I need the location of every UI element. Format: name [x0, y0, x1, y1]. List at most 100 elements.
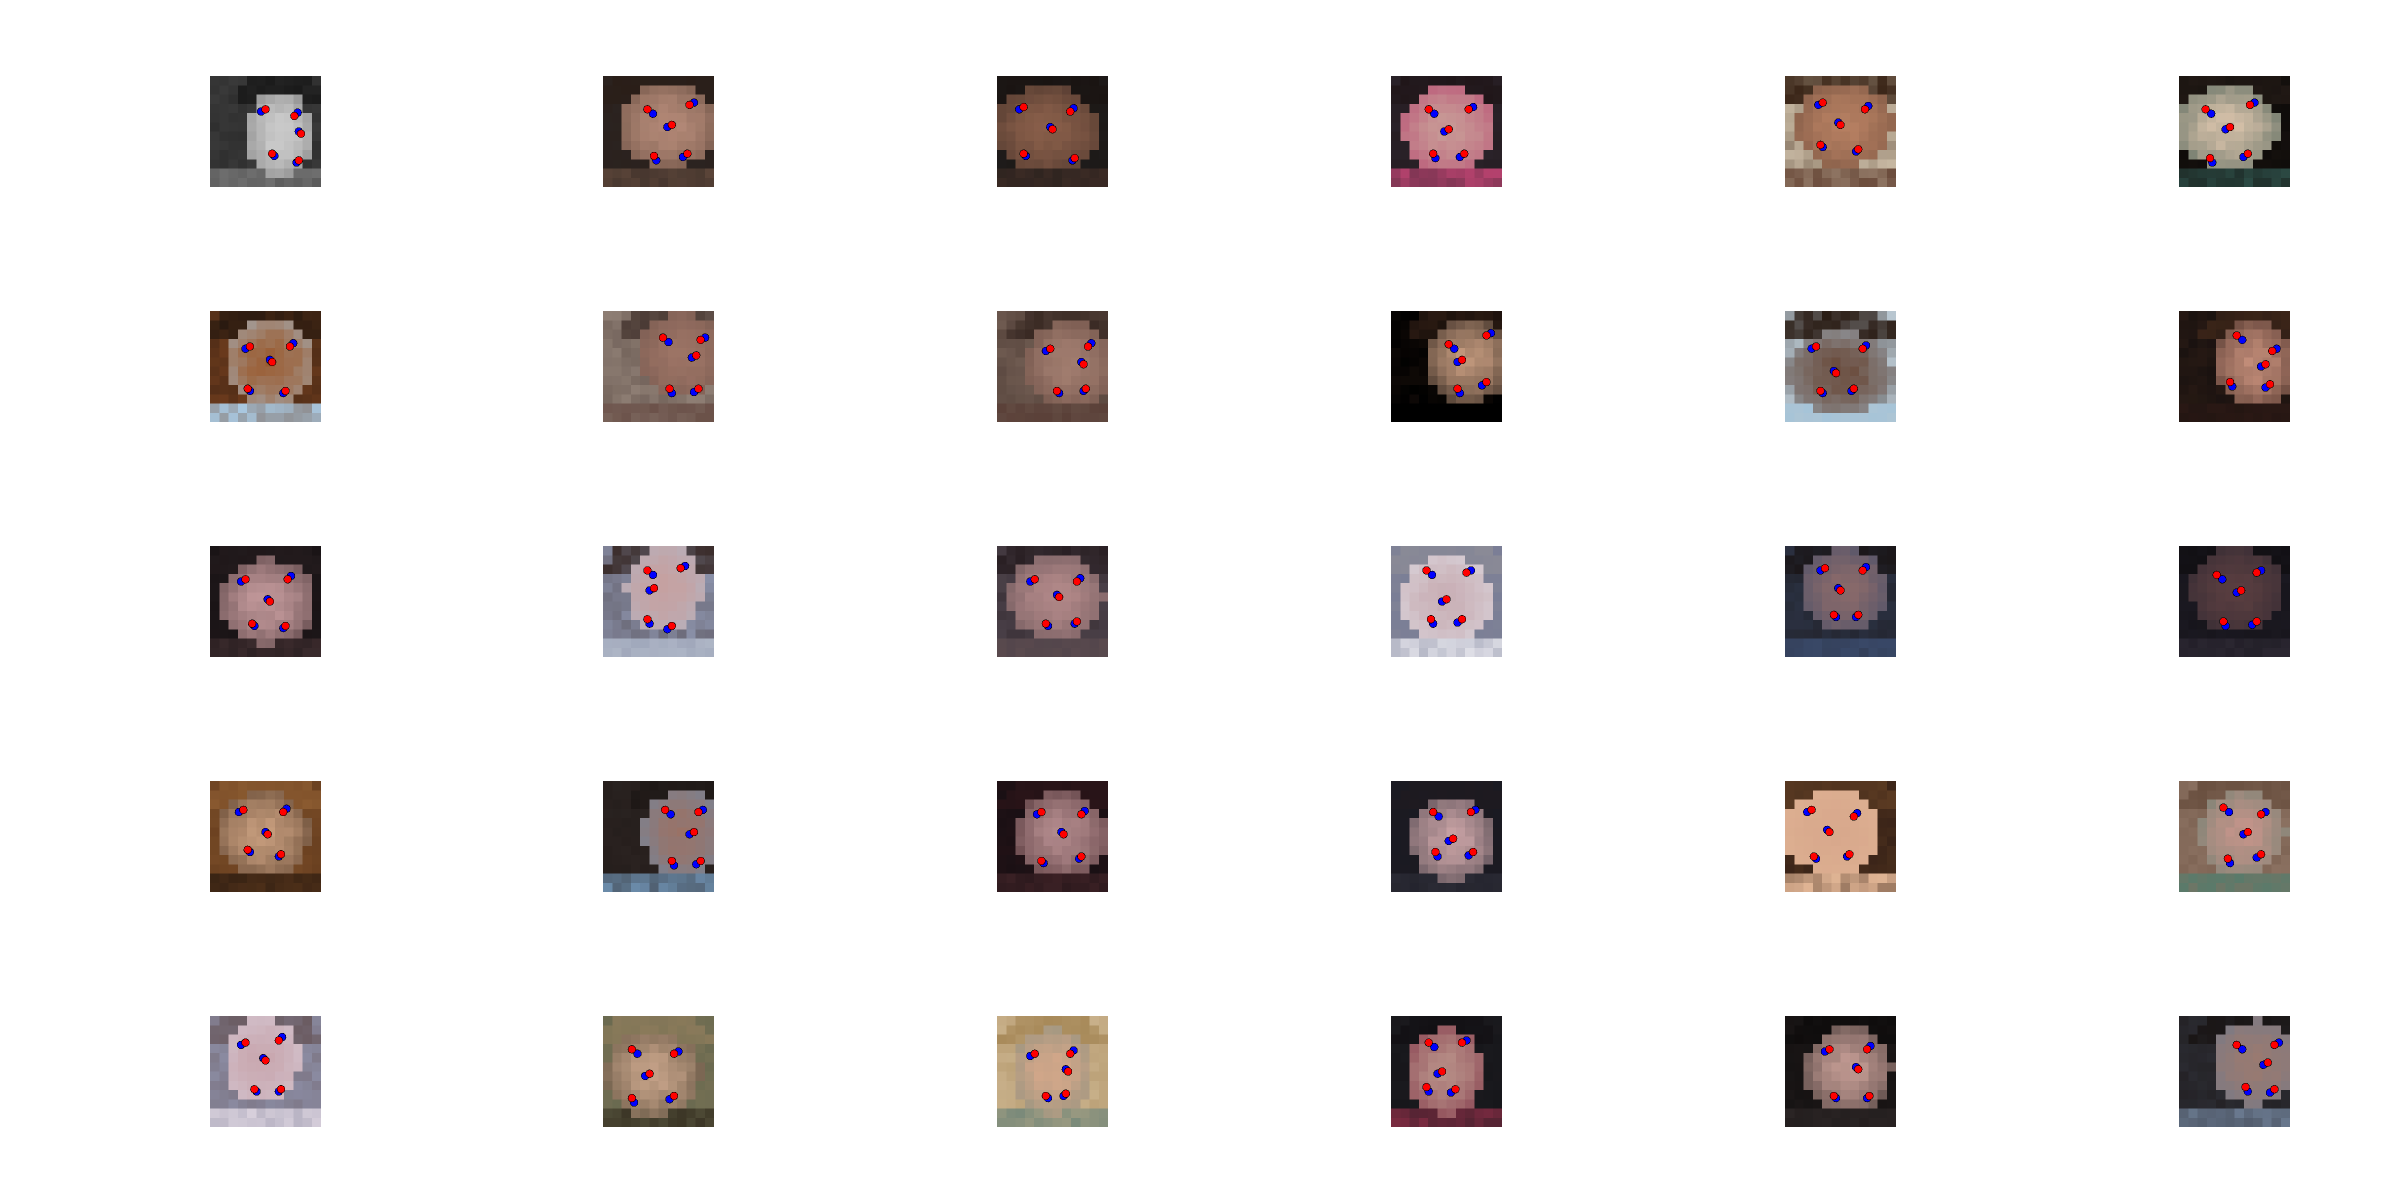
keypoint-marker	[649, 584, 659, 593]
keypoint-marker	[665, 384, 674, 393]
face-image	[997, 781, 1108, 892]
keypoint-marker	[267, 357, 277, 367]
face-image	[1785, 546, 1896, 657]
keypoint-marker	[1448, 834, 1458, 843]
face-image	[997, 546, 1108, 657]
keypoint-marker	[1854, 145, 1863, 154]
face-image	[1391, 76, 1502, 187]
keypoint-marker	[1442, 595, 1451, 604]
keypoint-marker	[243, 845, 252, 854]
keypoint-marker	[1829, 610, 1839, 619]
face-thumbnail	[997, 76, 1108, 187]
keypoint-marker	[1059, 830, 1068, 839]
face-thumbnail	[2179, 76, 2290, 187]
keypoint-marker	[2261, 360, 2270, 369]
keypoint-marker	[1072, 617, 1082, 626]
keypoint-marker	[643, 566, 652, 575]
keypoint-marker	[696, 335, 705, 345]
face-thumbnail	[997, 311, 1108, 422]
face-image	[1391, 781, 1502, 892]
keypoint-marker	[261, 1056, 270, 1065]
face-image	[210, 781, 321, 892]
keypoint-marker	[1037, 856, 1046, 866]
face-thumbnail	[1785, 1016, 1896, 1127]
keypoint-marker	[1825, 1045, 1834, 1054]
keypoint-marker	[281, 621, 290, 631]
keypoint-marker	[276, 850, 286, 859]
keypoint-marker	[1462, 568, 1471, 577]
keypoint-marker	[1858, 566, 1867, 575]
keypoint-marker	[241, 1038, 250, 1047]
face-thumbnail	[1391, 546, 1502, 657]
keypoint-marker	[1829, 1091, 1839, 1101]
keypoint-marker	[1809, 852, 1819, 861]
face-image	[210, 311, 321, 422]
keypoint-marker	[1849, 384, 1858, 393]
keypoint-marker	[2241, 1082, 2250, 1092]
keypoint-marker	[283, 575, 292, 584]
keypoint-marker	[1037, 807, 1046, 817]
face-thumbnail	[210, 76, 321, 187]
keypoint-marker	[248, 619, 257, 628]
keypoint-marker	[1041, 619, 1051, 628]
keypoint-marker	[1457, 615, 1467, 624]
keypoint-marker	[1807, 805, 1816, 815]
face-image	[210, 1016, 321, 1127]
face-thumbnail	[1785, 311, 1896, 422]
face-thumbnail	[1785, 781, 1896, 892]
keypoint-marker	[250, 1085, 259, 1094]
face-image	[1391, 311, 1502, 422]
keypoint-marker	[1816, 386, 1825, 396]
keypoint-marker	[279, 807, 288, 817]
face-image	[1391, 1016, 1502, 1127]
face-thumbnail	[2179, 546, 2290, 657]
face-thumbnail	[210, 311, 321, 422]
keypoint-marker	[1426, 615, 1436, 624]
keypoint-marker	[1431, 847, 1440, 857]
keypoint-marker	[1079, 360, 1088, 369]
keypoint-marker	[274, 1036, 283, 1045]
face-thumbnail	[2179, 311, 2290, 422]
face-image	[603, 311, 714, 422]
keypoint-marker	[1072, 577, 1082, 586]
keypoint-marker	[1424, 1038, 1433, 1047]
keypoint-marker	[660, 805, 670, 815]
keypoint-marker	[1424, 105, 1433, 114]
keypoint-marker	[1030, 575, 1039, 584]
keypoint-marker	[2232, 1040, 2241, 1050]
face-thumbnail	[210, 546, 321, 657]
face-thumbnail	[1391, 76, 1502, 187]
face-image	[603, 1016, 714, 1127]
keypoint-marker	[2219, 617, 2228, 626]
keypoint-marker	[1854, 1065, 1863, 1074]
face-image	[2179, 1016, 2290, 1127]
keypoint-marker	[1030, 1049, 1039, 1058]
keypoint-marker	[692, 351, 701, 360]
keypoint-marker	[1464, 105, 1473, 114]
keypoint-marker	[1422, 1082, 1431, 1092]
keypoint-marker	[1437, 1067, 1447, 1076]
keypoint-marker	[649, 151, 659, 161]
face-thumbnail	[210, 1016, 321, 1127]
keypoint-marker	[643, 615, 652, 624]
keypoint-marker	[1457, 355, 1467, 365]
keypoint-marker	[1070, 153, 1079, 163]
keypoint-marker	[2256, 850, 2266, 859]
keypoint-marker	[689, 827, 699, 837]
keypoint-marker	[2265, 380, 2275, 389]
keypoint-marker	[1860, 105, 1870, 114]
keypoint-marker	[1444, 125, 1453, 134]
keypoint-marker	[1083, 342, 1093, 351]
keypoint-marker	[243, 384, 252, 393]
face-thumbnail	[603, 781, 714, 892]
keypoint-marker	[2225, 122, 2235, 132]
keypoint-marker	[1466, 807, 1476, 817]
keypoint-marker	[1453, 384, 1462, 393]
keypoint-marker	[1460, 149, 1469, 158]
face-image	[2179, 311, 2290, 422]
face-thumbnail	[1391, 781, 1502, 892]
face-thumbnail	[603, 311, 714, 422]
keypoint-marker	[1468, 847, 1478, 857]
keypoint-marker	[1854, 610, 1863, 619]
keypoint-marker	[1019, 102, 1028, 112]
